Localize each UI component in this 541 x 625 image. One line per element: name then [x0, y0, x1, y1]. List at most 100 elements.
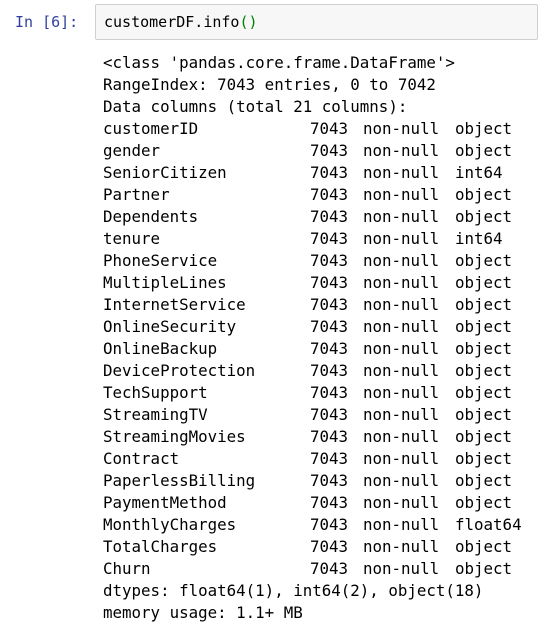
- column-count: 7043: [310, 559, 349, 578]
- column-dtype: object: [455, 273, 513, 292]
- code-text: customerDF.info: [104, 13, 240, 31]
- column-nonnull: non-null: [363, 537, 440, 556]
- column-info-row: PaperlessBilling 7043 non-null object: [103, 470, 539, 492]
- column-dtype: object: [455, 383, 513, 402]
- column-dtype: object: [455, 537, 513, 556]
- notebook-cell: In [6]: customerDF.info() <class 'pandas…: [0, 0, 541, 625]
- column-nonnull: non-null: [363, 119, 440, 138]
- column-name: StreamingTV: [103, 405, 208, 424]
- column-count: 7043: [310, 251, 349, 270]
- column-info-row: PhoneService 7043 non-null object: [103, 250, 539, 272]
- column-name: Dependents: [103, 207, 199, 226]
- column-count: 7043: [310, 405, 349, 424]
- column-info-row: TotalCharges 7043 non-null object: [103, 536, 539, 558]
- column-count: 7043: [310, 119, 349, 138]
- column-nonnull: non-null: [363, 251, 440, 270]
- output-header-line: <class 'pandas.core.frame.DataFrame'>: [103, 53, 455, 72]
- code-parens: (): [239, 13, 258, 31]
- column-name: TechSupport: [103, 383, 208, 402]
- column-nonnull: non-null: [363, 185, 440, 204]
- column-nonnull: non-null: [363, 559, 440, 578]
- column-dtype: int64: [455, 163, 503, 182]
- column-name: MonthlyCharges: [103, 515, 237, 534]
- column-dtype: object: [455, 427, 513, 446]
- column-count: 7043: [310, 427, 349, 446]
- column-dtype: object: [455, 185, 513, 204]
- column-dtype: object: [455, 119, 513, 138]
- column-count: 7043: [310, 163, 349, 182]
- column-dtype: object: [455, 295, 513, 314]
- column-nonnull: non-null: [363, 273, 440, 292]
- column-dtype: object: [455, 141, 513, 160]
- column-name: customerID: [103, 119, 199, 138]
- column-nonnull: non-null: [363, 427, 440, 446]
- column-name: OnlineSecurity: [103, 317, 237, 336]
- columns-list: customerID 7043 non-null object gender 7043 no…: [103, 118, 539, 580]
- column-info-row: tenure 7043 non-null int64: [103, 228, 539, 250]
- column-info-row: InternetService 7043 non-null object: [103, 294, 539, 316]
- column-info-row: DeviceProtection 7043 non-null object: [103, 360, 539, 382]
- column-nonnull: non-null: [363, 339, 440, 358]
- column-count: 7043: [310, 361, 349, 380]
- column-dtype: object: [455, 207, 513, 226]
- column-name: Partner: [103, 185, 170, 204]
- column-name: OnlineBackup: [103, 339, 218, 358]
- input-prompt: In [6]:: [15, 13, 79, 31]
- column-nonnull: non-null: [363, 163, 440, 182]
- column-count: 7043: [310, 229, 349, 248]
- column-dtype: object: [455, 449, 513, 468]
- column-info-row: TechSupport 7043 non-null object: [103, 382, 539, 404]
- column-count: 7043: [310, 339, 349, 358]
- column-info-row: StreamingTV 7043 non-null object: [103, 404, 539, 426]
- column-info-row: OnlineBackup 7043 non-null object: [103, 338, 539, 360]
- column-count: 7043: [310, 141, 349, 160]
- column-name: gender: [103, 141, 161, 160]
- column-name: Contract: [103, 449, 180, 468]
- column-nonnull: non-null: [363, 449, 440, 468]
- output-header-line: RangeIndex: 7043 entries, 0 to 7042: [103, 75, 436, 94]
- column-count: 7043: [310, 515, 349, 534]
- column-name: InternetService: [103, 295, 246, 314]
- column-count: 7043: [310, 471, 349, 490]
- column-info-row: Contract 7043 non-null object: [103, 448, 539, 470]
- output-header-line: Data columns (total 21 columns):: [103, 97, 408, 116]
- column-count: 7043: [310, 317, 349, 336]
- column-nonnull: non-null: [363, 141, 440, 160]
- column-count: 7043: [310, 273, 349, 292]
- column-count: 7043: [310, 383, 349, 402]
- column-name: PaperlessBilling: [103, 471, 256, 490]
- column-nonnull: non-null: [363, 229, 440, 248]
- column-name: Churn: [103, 559, 151, 578]
- column-dtype: object: [455, 251, 513, 270]
- column-dtype: object: [455, 493, 513, 512]
- column-nonnull: non-null: [363, 361, 440, 380]
- code-input-area[interactable]: customerDF.info(): [95, 4, 538, 40]
- column-count: 7043: [310, 207, 349, 226]
- column-info-row: SeniorCitizen 7043 non-null int64: [103, 162, 539, 184]
- column-nonnull: non-null: [363, 493, 440, 512]
- column-dtype: object: [455, 471, 513, 490]
- column-dtype: object: [455, 559, 513, 578]
- column-nonnull: non-null: [363, 295, 440, 314]
- column-count: 7043: [310, 185, 349, 204]
- column-info-row: OnlineSecurity 7043 non-null object: [103, 316, 539, 338]
- column-name: tenure: [103, 229, 161, 248]
- column-nonnull: non-null: [363, 207, 440, 226]
- column-count: 7043: [310, 295, 349, 314]
- column-dtype: object: [455, 361, 513, 380]
- column-info-row: customerID 7043 non-null object: [103, 118, 539, 140]
- output-footer-line: dtypes: float64(1), int64(2), object(18): [103, 581, 484, 600]
- column-dtype: object: [455, 339, 513, 358]
- column-dtype: int64: [455, 229, 503, 248]
- output-footer-line: memory usage: 1.1+ MB: [103, 603, 303, 622]
- column-info-row: gender 7043 non-null object: [103, 140, 539, 162]
- code-line: customerDF.info(): [104, 13, 258, 31]
- column-nonnull: non-null: [363, 515, 440, 534]
- column-info-row: StreamingMovies 7043 non-null object: [103, 426, 539, 448]
- column-info-row: Partner 7043 non-null object: [103, 184, 539, 206]
- column-name: SeniorCitizen: [103, 163, 227, 182]
- column-name: MultipleLines: [103, 273, 227, 292]
- column-dtype: object: [455, 405, 513, 424]
- column-count: 7043: [310, 537, 349, 556]
- column-info-row: MultipleLines 7043 non-null object: [103, 272, 539, 294]
